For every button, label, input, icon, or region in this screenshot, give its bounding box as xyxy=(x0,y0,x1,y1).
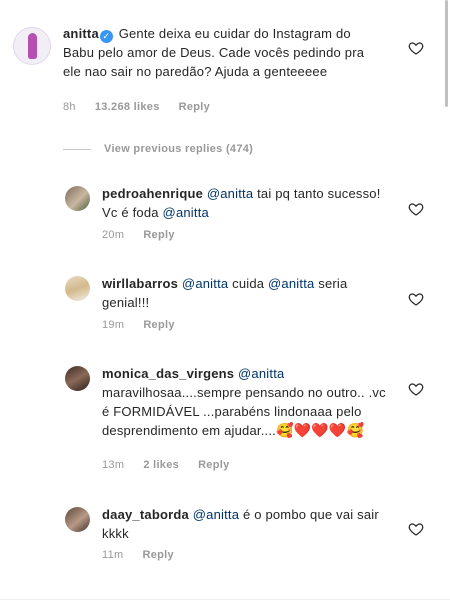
divider-line xyxy=(63,148,91,150)
comment-meta: 13m 2 likes Reply xyxy=(102,459,230,471)
likes-count[interactable]: 13.268 likes xyxy=(95,101,160,113)
heart-outline-icon[interactable] xyxy=(408,291,424,307)
comment-text: daay_taborda @anitta é o pombo que vai s… xyxy=(102,505,392,543)
smiling-hearts-emoji: 🥰 xyxy=(275,422,294,438)
avatar[interactable] xyxy=(65,366,90,391)
username[interactable]: wirllabarros xyxy=(102,276,178,291)
reply-button[interactable]: Reply xyxy=(142,549,173,561)
avatar[interactable] xyxy=(65,507,90,532)
red-heart-emoji: ❤️ xyxy=(293,422,312,438)
avatar[interactable] xyxy=(65,186,90,211)
comment-text: pedroahenrique @anitta tai pq tanto suce… xyxy=(102,184,392,222)
reply-button[interactable]: Reply xyxy=(179,101,210,113)
username[interactable]: anitta xyxy=(63,26,99,41)
comment-meta: 20m Reply xyxy=(102,229,175,241)
avatar[interactable] xyxy=(13,27,51,65)
avatar[interactable] xyxy=(65,276,90,301)
mention-link[interactable]: @anitta xyxy=(238,366,284,381)
comment-age: 13m xyxy=(102,459,125,471)
mention-link[interactable]: @anitta xyxy=(268,276,314,291)
view-previous-label[interactable]: View previous replies (474) xyxy=(104,143,253,155)
heart-outline-icon[interactable] xyxy=(408,381,424,397)
reply-button[interactable]: Reply xyxy=(143,229,174,241)
reply-button[interactable]: Reply xyxy=(143,319,174,331)
comment-text: wirllabarros @anitta cuida @anitta seria… xyxy=(102,274,392,312)
heart-outline-icon[interactable] xyxy=(408,40,424,56)
comment-age: 20m xyxy=(102,229,125,241)
comment-age: 8h xyxy=(63,101,76,113)
comment-meta: 19m Reply xyxy=(102,319,175,331)
comment-meta: 8h 13.268 likes Reply xyxy=(63,101,210,113)
mention-link[interactable]: @anitta xyxy=(163,205,209,220)
avatar-figure xyxy=(28,33,37,59)
heart-outline-icon[interactable] xyxy=(408,521,424,537)
mention-link[interactable]: @anitta xyxy=(207,186,253,201)
username[interactable]: daay_taborda xyxy=(102,507,189,522)
mention-link[interactable]: @anitta xyxy=(193,507,239,522)
comment-text: monica_das_virgens @anitta maravilhosaa.… xyxy=(102,364,392,440)
comment-age: 19m xyxy=(102,319,125,331)
comment-age: 11m xyxy=(102,549,124,561)
view-previous-replies[interactable]: View previous replies (474) xyxy=(63,143,253,155)
mention-link[interactable]: @anitta xyxy=(182,276,228,291)
username[interactable]: pedroahenrique xyxy=(102,186,203,201)
verified-badge-icon: ✓ xyxy=(99,30,113,43)
heart-outline-icon[interactable] xyxy=(408,201,424,217)
reply-button[interactable]: Reply xyxy=(198,459,229,471)
smiling-hearts-emoji: 🥰 xyxy=(346,422,365,438)
scrollbar[interactable] xyxy=(445,0,448,107)
comment-text: anitta ✓ Gente deixa eu cuidar do Instagr… xyxy=(63,24,381,81)
red-heart-emoji: ❤️ xyxy=(328,422,347,438)
comment-body: cuida xyxy=(232,276,265,291)
username[interactable]: monica_das_virgens xyxy=(102,366,234,381)
comment-meta: 11m Reply xyxy=(102,549,174,561)
red-heart-emoji: ❤️ xyxy=(311,422,329,438)
likes-count[interactable]: 2 likes xyxy=(143,459,179,471)
